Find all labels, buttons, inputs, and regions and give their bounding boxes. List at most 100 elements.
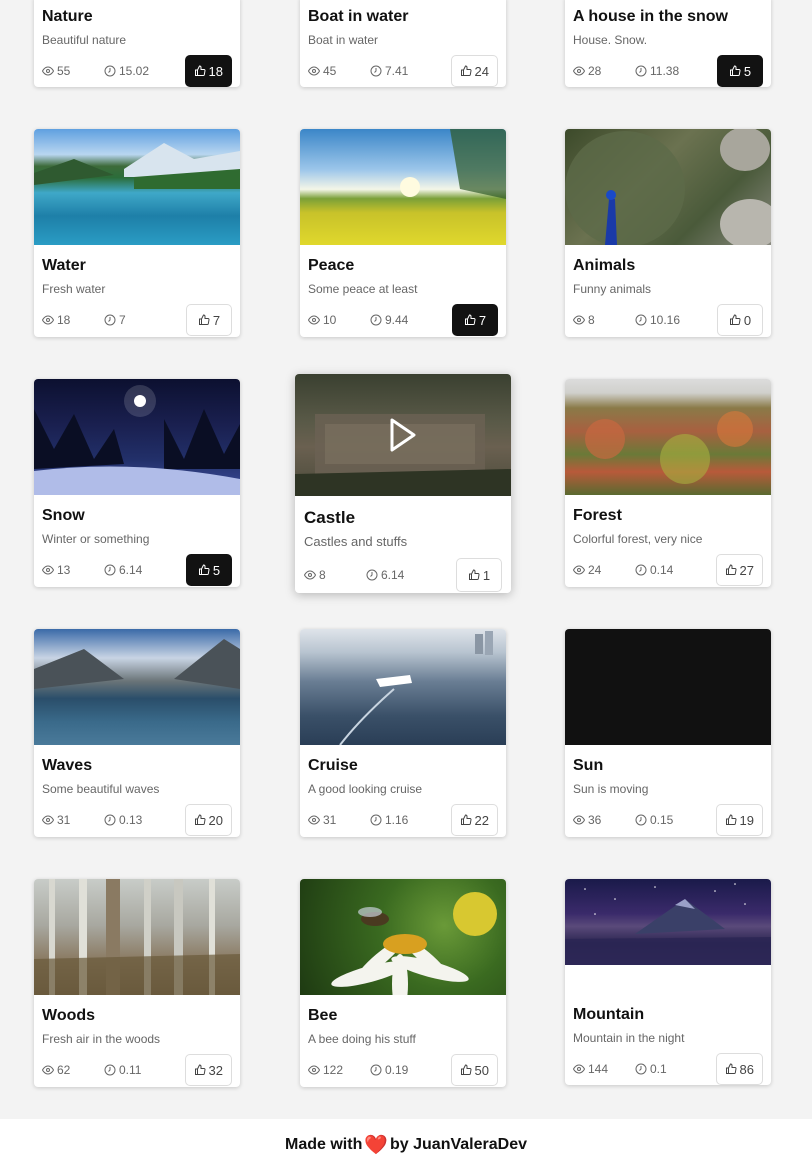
- play-icon[interactable]: [388, 417, 418, 453]
- like-button[interactable]: 18: [184, 55, 232, 87]
- thumbs-up-icon: [198, 314, 210, 325]
- card-stats: 8 10.16 0: [573, 304, 763, 336]
- video-card[interactable]: Mountain Mountain in the night 144 0.1 8…: [565, 879, 771, 1085]
- video-thumbnail[interactable]: [34, 879, 240, 995]
- clock-icon: [370, 65, 382, 77]
- thumbs-up-icon: [725, 814, 737, 825]
- card-title: A house in the snow: [573, 8, 728, 25]
- page-footer: Made with ❤️ by JuanValeraDev: [0, 1119, 812, 1170]
- video-thumbnail[interactable]: [300, 629, 506, 745]
- clock-icon: [370, 814, 382, 826]
- video-thumbnail[interactable]: [565, 879, 771, 965]
- duration: 9.44: [370, 313, 440, 327]
- video-thumbnail[interactable]: [34, 379, 240, 495]
- eye-icon: [308, 1065, 320, 1075]
- view-count: 122: [308, 1063, 370, 1077]
- card-description: Beautiful nature: [42, 33, 127, 47]
- view-count: 8: [573, 313, 635, 327]
- view-count: 13: [42, 563, 104, 577]
- duration: 0.19: [370, 1063, 440, 1077]
- like-button[interactable]: 20: [184, 804, 232, 836]
- thumbs-up-icon: [460, 814, 472, 825]
- video-thumbnail[interactable]: [300, 129, 506, 245]
- duration: 6.14: [104, 563, 174, 577]
- video-thumbnail[interactable]: [34, 129, 240, 245]
- duration: 15.02: [104, 64, 174, 78]
- video-thumbnail[interactable]: [565, 629, 771, 745]
- like-button[interactable]: 7: [452, 304, 498, 336]
- card-stats: 28 11.38 5: [573, 55, 763, 87]
- card-stats: 62 0.11 32: [42, 1054, 232, 1086]
- video-card[interactable]: Snow Winter or something 13 6.14 5: [34, 379, 240, 587]
- like-button[interactable]: 5: [186, 554, 232, 586]
- like-button[interactable]: 27: [715, 554, 763, 586]
- video-thumbnail[interactable]: [295, 374, 511, 496]
- card-title: Cruise: [308, 757, 358, 774]
- video-card[interactable]: Boat in water Boat in water 45 7.41 24: [300, 0, 506, 87]
- thumbs-up-icon: [729, 314, 741, 325]
- card-title: Water: [42, 257, 86, 274]
- view-count: 31: [42, 813, 104, 827]
- card-stats: 144 0.1 86: [573, 1053, 763, 1085]
- view-count: 18: [42, 313, 104, 327]
- clock-icon: [635, 814, 647, 826]
- video-card-hovered[interactable]: Castle Castles and stuffs 8 6.14 1: [295, 374, 511, 593]
- video-card[interactable]: Forest Colorful forest, very nice 24 0.1…: [565, 379, 771, 587]
- video-card[interactable]: Nature Beautiful nature 55 15.02 18: [34, 0, 240, 87]
- like-button[interactable]: 50: [450, 1054, 498, 1086]
- card-title: Peace: [308, 257, 355, 274]
- card-description: Colorful forest, very nice: [573, 532, 703, 546]
- card-stats: 24 0.14 27: [573, 554, 763, 586]
- video-thumbnail[interactable]: [565, 129, 771, 245]
- view-count: 10: [308, 313, 370, 327]
- card-title: Mountain: [573, 1006, 645, 1023]
- video-card[interactable]: Peace Some peace at least 10 9.44 7: [300, 129, 506, 337]
- duration: 0.13: [104, 813, 174, 827]
- card-description: Boat in water: [308, 33, 379, 47]
- view-count: 45: [308, 64, 370, 78]
- card-stats: 36 0.15 19: [573, 804, 763, 836]
- video-card[interactable]: Cruise A good looking cruise 31 1.16 22: [300, 629, 506, 837]
- video-card[interactable]: Animals Funny animals 8 10.16 0: [565, 129, 771, 337]
- video-card[interactable]: A house in the snow House. Snow. 28 11.3…: [565, 0, 771, 87]
- eye-icon: [42, 315, 54, 325]
- eye-icon: [573, 66, 585, 76]
- like-button[interactable]: 32: [184, 1054, 232, 1086]
- video-thumbnail[interactable]: [34, 629, 240, 745]
- thumbs-up-icon: [194, 814, 206, 825]
- like-button[interactable]: 5: [717, 55, 763, 87]
- video-thumbnail[interactable]: [300, 879, 506, 995]
- eye-icon: [573, 815, 585, 825]
- eye-icon: [304, 570, 316, 580]
- like-button[interactable]: 19: [715, 804, 763, 836]
- card-description: Sun is moving: [573, 782, 649, 796]
- like-button[interactable]: 22: [450, 804, 498, 836]
- card-title: Woods: [42, 1007, 96, 1024]
- video-card[interactable]: Waves Some beautiful waves 31 0.13 20: [34, 629, 240, 837]
- like-button[interactable]: 7: [186, 304, 232, 336]
- video-grid: Nature Beautiful nature 55 15.02 18 Boat…: [0, 0, 812, 1119]
- thumbs-up-icon: [460, 65, 472, 76]
- duration: 10.16: [635, 313, 705, 327]
- thumbs-up-icon: [194, 65, 206, 76]
- video-card[interactable]: Bee A bee doing his stuff 122 0.19 50: [300, 879, 506, 1087]
- like-button[interactable]: 0: [717, 304, 763, 336]
- thumbs-up-icon: [460, 1064, 472, 1075]
- video-card[interactable]: Sun Sun is moving 36 0.15 19: [565, 629, 771, 837]
- card-stats: 18 7 7: [42, 304, 232, 336]
- like-button[interactable]: 1: [456, 558, 502, 592]
- video-thumbnail[interactable]: [565, 379, 771, 495]
- video-card[interactable]: Woods Fresh air in the woods 62 0.11 32: [34, 879, 240, 1087]
- duration: 0.15: [635, 813, 705, 827]
- card-stats: 31 0.13 20: [42, 804, 232, 836]
- video-card[interactable]: Water Fresh water 18 7 7: [34, 129, 240, 337]
- duration: 11.38: [635, 64, 705, 78]
- thumbs-up-icon: [468, 569, 480, 580]
- like-button[interactable]: 86: [715, 1053, 763, 1085]
- duration: 7: [104, 313, 174, 327]
- card-title: Nature: [42, 8, 93, 25]
- card-title: Bee: [308, 1007, 338, 1024]
- like-button[interactable]: 24: [450, 55, 498, 87]
- clock-icon: [366, 569, 378, 581]
- view-count: 28: [573, 64, 635, 78]
